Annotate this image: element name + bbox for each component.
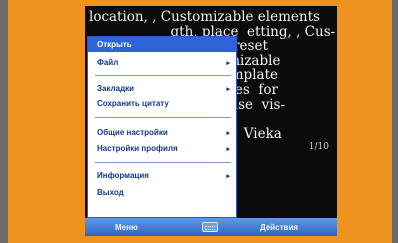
menu-item-exit[interactable]: Выход bbox=[88, 185, 236, 200]
chevron-right-icon: ▸ bbox=[226, 59, 230, 67]
menu-item-label: Выход bbox=[97, 188, 124, 197]
popup-menu: Открыть Файл ▸ Закладки ▸ Сохранить цита… bbox=[87, 36, 237, 218]
menu-item-label: Информация bbox=[97, 171, 149, 180]
left-border bbox=[0, 0, 8, 243]
menu-item-profile-settings[interactable]: Настройки профиля ▸ bbox=[88, 141, 236, 156]
menu-item-info[interactable]: Информация ▸ bbox=[88, 168, 236, 183]
menu-item-label: Общие настройки bbox=[97, 128, 168, 137]
menu-divider bbox=[95, 162, 231, 163]
menu-item-file[interactable]: Файл ▸ bbox=[88, 55, 236, 70]
actions-softkey[interactable]: Действия bbox=[260, 223, 298, 232]
chevron-right-icon: ▸ bbox=[226, 129, 230, 137]
keyboard-icon[interactable] bbox=[202, 222, 218, 232]
device-screen: location, , Customizable elements gth, p… bbox=[85, 6, 337, 236]
document-line: location, , Customizable elements bbox=[89, 9, 320, 25]
menu-item-label: Сохранить цитату bbox=[97, 99, 169, 108]
right-border bbox=[392, 0, 398, 243]
menu-item-label: Открыть bbox=[97, 40, 132, 49]
chevron-right-icon: ▸ bbox=[226, 85, 230, 93]
device-frame: location, , Customizable elements gth, p… bbox=[8, 0, 398, 243]
menu-item-label: Закладки bbox=[97, 84, 135, 93]
menu-item-label: Файл bbox=[97, 58, 119, 67]
menu-softkey[interactable]: Меню bbox=[115, 223, 138, 232]
softkey-bar: Меню Действия bbox=[85, 218, 337, 236]
menu-item-open[interactable]: Открыть bbox=[88, 37, 236, 52]
chevron-right-icon: ▸ bbox=[226, 172, 230, 180]
menu-divider bbox=[95, 75, 231, 76]
menu-item-general-settings[interactable]: Общие настройки ▸ bbox=[88, 125, 236, 140]
menu-item-bookmarks[interactable]: Закладки ▸ bbox=[88, 81, 236, 96]
menu-item-label: Настройки профиля bbox=[97, 144, 178, 153]
menu-item-save-quote[interactable]: Сохранить цитату bbox=[88, 96, 236, 111]
chevron-right-icon: ▸ bbox=[226, 145, 230, 153]
menu-divider bbox=[95, 117, 231, 118]
